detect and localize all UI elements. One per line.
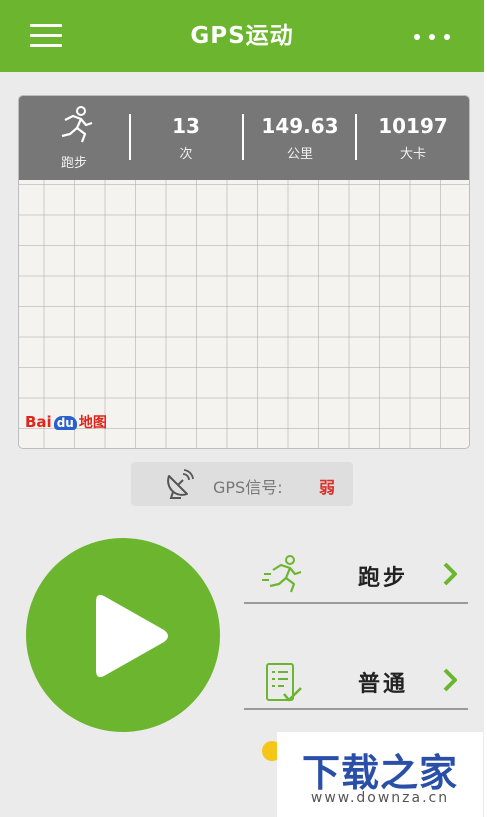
logo-du-text: du bbox=[53, 416, 77, 430]
logo-map-text: 地图 bbox=[78, 415, 107, 431]
map-card: 跑步 13 次 149.63 公里 10197 大卡 Bai du 地图 bbox=[18, 95, 470, 449]
stat-mode[interactable]: 跑步 bbox=[19, 96, 129, 180]
stat-calories-label: 大卡 bbox=[399, 147, 426, 162]
checklist-icon bbox=[266, 663, 302, 702]
stat-count-value: 13 bbox=[172, 114, 200, 138]
play-icon bbox=[96, 594, 168, 678]
divider bbox=[244, 708, 468, 710]
logo-bai-text: Bai bbox=[25, 413, 52, 431]
chevron-right-icon bbox=[443, 562, 457, 586]
stat-distance: 149.63 公里 bbox=[244, 96, 356, 180]
more-dots-icon[interactable] bbox=[414, 26, 454, 46]
runner-icon bbox=[61, 106, 93, 143]
satellite-dish-icon bbox=[167, 469, 194, 499]
start-button[interactable] bbox=[26, 538, 220, 732]
stat-count: 13 次 bbox=[131, 96, 241, 180]
divider bbox=[244, 602, 468, 604]
stat-distance-label: 公里 bbox=[286, 147, 313, 162]
page-title: GPS运动 bbox=[190, 23, 294, 49]
stat-count-label: 次 bbox=[179, 147, 193, 162]
app-screen: GPS运动 跑步 13 次 149.63 公里 10197 大卡 Bai du … bbox=[0, 0, 487, 817]
gps-signal-value: 弱 bbox=[319, 478, 336, 497]
stats-bar: 跑步 13 次 149.63 公里 10197 大卡 bbox=[19, 96, 469, 180]
runner-icon bbox=[262, 555, 302, 593]
gps-signal-label: GPS信号: bbox=[213, 478, 283, 497]
stat-mode-label: 跑步 bbox=[60, 156, 87, 171]
watermark-title: 下载之家 bbox=[301, 751, 458, 795]
sport-type-row[interactable]: 跑步 bbox=[244, 534, 468, 604]
stat-calories-value: 10197 bbox=[378, 114, 448, 138]
mode-row[interactable]: 普通 bbox=[244, 640, 468, 710]
stat-distance-value: 149.63 bbox=[261, 114, 339, 138]
watermark: 下载之家 www.downza.cn bbox=[277, 732, 483, 817]
app-header: GPS运动 bbox=[0, 0, 484, 72]
gps-signal-panel: GPS信号: 弱 bbox=[131, 462, 353, 506]
map-view[interactable] bbox=[19, 180, 469, 448]
stat-calories: 10197 大卡 bbox=[357, 96, 469, 180]
watermark-url: www.downza.cn bbox=[310, 790, 450, 806]
sport-type-label: 跑步 bbox=[358, 565, 409, 591]
baidu-map-logo: Bai du 地图 bbox=[25, 412, 107, 442]
mode-label: 普通 bbox=[358, 671, 409, 697]
chevron-right-icon bbox=[443, 668, 457, 692]
